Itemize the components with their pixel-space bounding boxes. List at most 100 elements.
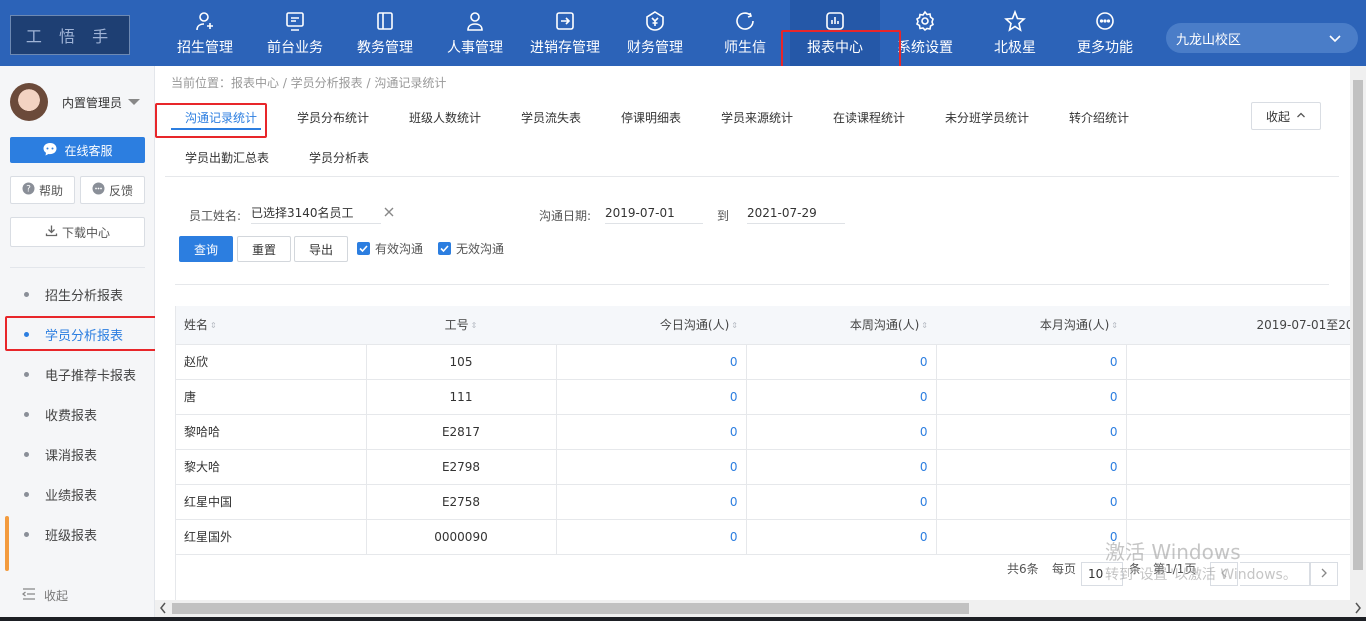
sidebar: 内置管理员 在线客服 ? 帮助 反馈 下载中心 招生分析报表 学员分析报表 电子… [0,66,155,621]
sort-icon: ⇕ [470,321,478,331]
nav-front-desk[interactable]: 前台业务 [250,0,340,66]
tab-communication-stats[interactable]: 沟通记录统计 [185,109,257,126]
nav-messages[interactable]: 师生信 [700,0,790,66]
date-to-input[interactable]: 2021-07-29 [747,204,845,224]
sidebar-item-label: 收费报表 [45,409,98,424]
collapse-tabs-button[interactable]: 收起 [1251,102,1321,130]
nav-polaris[interactable]: 北极星 [970,0,1060,66]
clear-icon[interactable] [383,206,395,222]
column-header-week[interactable]: 本周沟通(人) ⇕ [746,306,936,345]
table-row[interactable]: 黎大哈 E2798 0 0 0 [176,449,1350,485]
export-button[interactable]: 导出 [294,236,348,262]
tab-student-churn[interactable]: 学员流失表 [521,109,581,126]
tab-student-source[interactable]: 学员来源统计 [721,109,793,126]
table-row[interactable]: 赵欣 105 0 0 0 [176,344,1350,380]
tab-unassigned-students[interactable]: 未分班学员统计 [945,109,1029,126]
query-button[interactable]: 查询 [179,236,233,262]
cell-today-link[interactable]: 0 [556,449,747,485]
cell-month-link[interactable]: 0 [936,449,1127,485]
cell-today-link[interactable]: 0 [556,414,747,450]
cell-week-link[interactable]: 0 [746,344,937,380]
cell-month-link[interactable]: 0 [936,519,1127,555]
sidebar-collapse-button[interactable]: 收起 [21,587,68,604]
cell-week-link[interactable]: 0 [746,379,937,415]
cell-today-link[interactable]: 0 [556,519,747,555]
table-row[interactable]: 唐 111 0 0 0 [176,379,1350,415]
avatar[interactable] [10,83,48,121]
sidebar-item-label: 电子推荐卡报表 [45,369,137,384]
cell-month-link[interactable]: 0 [936,379,1127,415]
scroll-right-arrow-icon[interactable] [1354,602,1362,617]
horizontal-scrollbar[interactable] [155,600,1366,617]
online-service-button[interactable]: 在线客服 [10,137,145,163]
sidebar-item-enrollment-report[interactable]: 招生分析报表 [24,285,123,304]
sidebar-item-ecard-report[interactable]: 电子推荐卡报表 [24,365,136,384]
app-logo[interactable]: 工 悟 手 [10,15,130,55]
tab-current-courses[interactable]: 在读课程统计 [833,109,905,126]
sidebar-item-class-report[interactable]: 班级报表 [24,525,97,544]
date-from-input[interactable]: 2019-07-01 [605,204,703,224]
nav-system-settings[interactable]: 系统设置 [880,0,970,66]
user-name[interactable]: 内置管理员 [62,94,122,111]
column-header-id[interactable]: 工号 ⇕ [366,306,556,345]
nav-finance[interactable]: 财务管理 [610,0,700,66]
sidebar-item-label: 班级报表 [45,529,98,544]
nav-enrollment[interactable]: 招生管理 [160,0,250,66]
sidebar-item-student-report[interactable]: 学员分析报表 [24,325,123,344]
nav-more-functions[interactable]: 更多功能 [1060,0,1150,66]
nav-inventory[interactable]: 进销存管理 [520,0,610,66]
horizontal-scrollbar-thumb[interactable] [172,603,969,614]
date-to-label: 到 [717,209,730,223]
cell-today-link[interactable]: 0 [556,344,747,380]
nav-academic[interactable]: 教务管理 [340,0,430,66]
campus-selector[interactable]: 九龙山校区 [1166,23,1358,53]
column-header-month[interactable]: 本月沟通(人) ⇕ [936,306,1126,345]
table-row[interactable]: 红星中国 E2758 0 0 0 [176,484,1350,520]
column-title: 今日沟通(人) [659,318,730,333]
next-page-button[interactable] [1310,562,1338,586]
cell-month-link[interactable]: 0 [936,344,1127,380]
cell-today-link[interactable]: 0 [556,484,747,520]
nav-label: 人事管理 [447,39,503,56]
column-header-name[interactable]: 姓名 ⇕ [176,306,366,345]
download-center-button[interactable]: 下载中心 [10,217,145,247]
sort-icon: ⇕ [1111,321,1118,331]
sidebar-item-fee-report[interactable]: 收费报表 [24,405,97,424]
cell-week-link[interactable]: 0 [746,484,937,520]
staff-select-field[interactable]: 已选择3140名员工 [251,204,381,224]
vertical-scrollbar[interactable] [1350,66,1366,600]
cell-month-link[interactable]: 0 [936,414,1127,450]
cell-week-link[interactable]: 0 [746,414,937,450]
scroll-left-arrow-icon[interactable] [159,602,167,617]
column-header-range[interactable]: 2019-07-01至2021-07-29 [1126,306,1350,345]
valid-comm-checkbox[interactable]: 有效沟通 [357,240,423,257]
sidebar-item-performance-report[interactable]: 业绩报表 [24,485,97,504]
sidebar-scrollbar[interactable] [5,516,9,571]
cell-week-link[interactable]: 0 [746,449,937,485]
cell-week-link[interactable]: 0 [746,519,937,555]
table-row[interactable]: 黎哈哈 E2817 0 0 0 [176,414,1350,450]
tab-class-size[interactable]: 班级人数统计 [409,109,481,126]
sidebar-item-lesson-report[interactable]: 课消报表 [24,445,97,464]
nav-report-center[interactable]: 报表中心 [790,0,880,66]
cell-month-link[interactable]: 0 [936,484,1127,520]
feedback-button[interactable]: 反馈 [80,176,145,204]
tab-referral-stats[interactable]: 转介绍统计 [1069,109,1129,126]
tab-student-distribution[interactable]: 学员分布统计 [297,109,369,126]
breadcrumb: 当前位置：报表中心 / 学员分析报表 / 沟通记录统计 [171,76,447,90]
nav-label: 招生管理 [177,39,233,56]
reset-button[interactable]: 重置 [237,236,291,262]
column-title: 工号 [444,318,469,333]
tab-attendance-summary[interactable]: 学员出勤汇总表 [185,149,269,166]
tab-suspension-detail[interactable]: 停课明细表 [621,109,681,126]
vertical-scrollbar-thumb[interactable] [1353,80,1363,570]
nav-hr[interactable]: 人事管理 [430,0,520,66]
invalid-comm-checkbox[interactable]: 无效沟通 [438,240,504,257]
column-header-today[interactable]: 今日沟通(人) ⇕ [556,306,746,345]
cell-today-link[interactable]: 0 [556,379,747,415]
help-button[interactable]: ? 帮助 [10,176,75,204]
nav-label: 北极星 [994,39,1036,56]
active-tab-indicator [171,128,261,130]
tab-student-analysis[interactable]: 学员分析表 [309,149,369,166]
caret-down-icon[interactable] [128,99,140,105]
